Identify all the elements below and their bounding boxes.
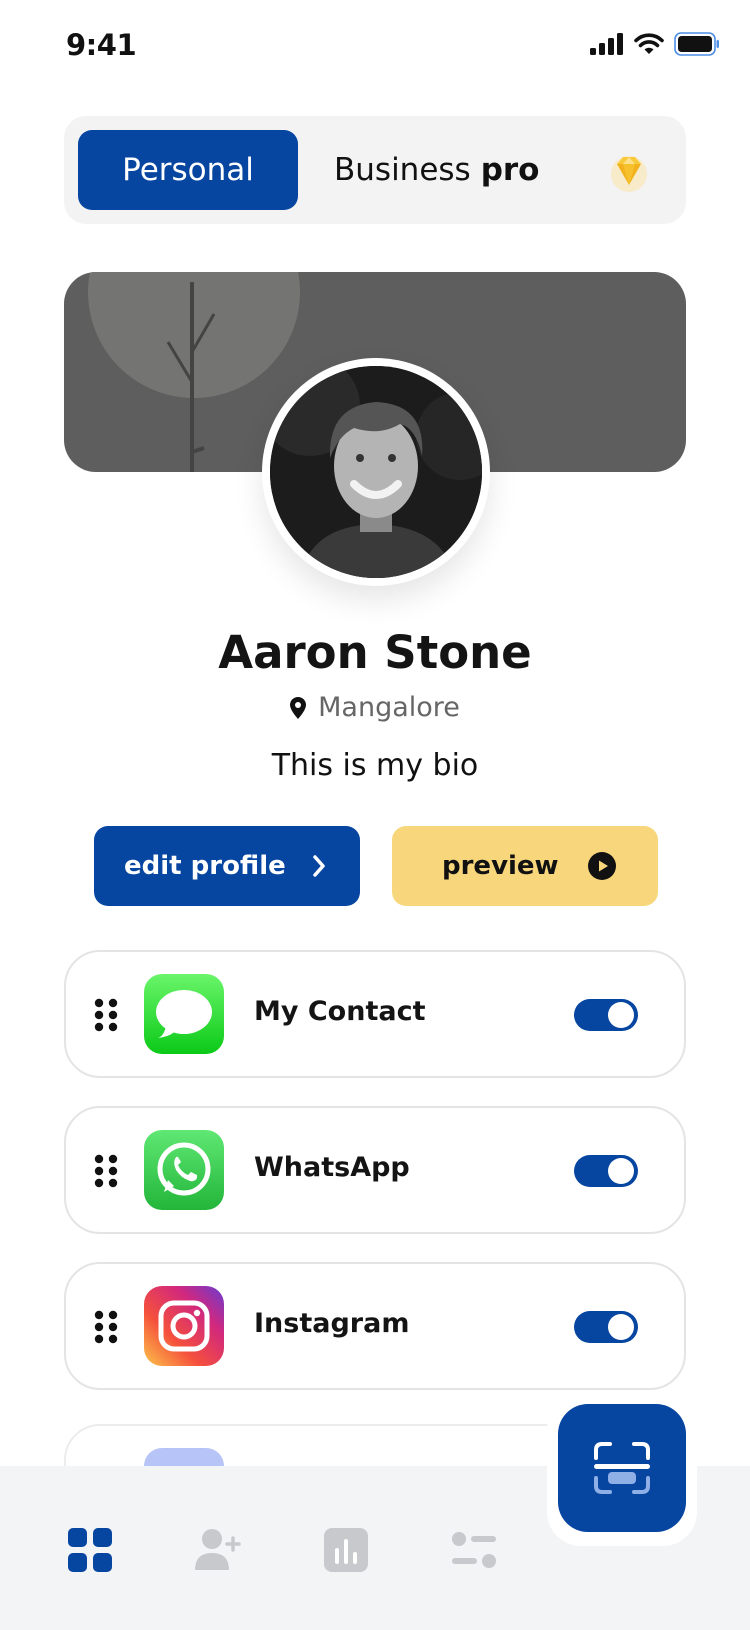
link-card-my-contact[interactable]: My Contact — [64, 950, 686, 1078]
link-toggle[interactable] — [574, 1311, 638, 1343]
toggle-knob — [608, 1002, 634, 1028]
preview-button[interactable]: preview — [392, 826, 658, 906]
drag-handle-icon[interactable] — [94, 998, 118, 1032]
link-toggle[interactable] — [574, 999, 638, 1031]
edit-profile-label: edit profile — [124, 851, 286, 881]
location-text: Mangalore — [318, 692, 460, 723]
status-bar: 9:41 — [0, 0, 750, 96]
edit-profile-button[interactable]: edit profile — [94, 826, 360, 906]
cellular-signal-icon — [590, 33, 623, 55]
link-toggle[interactable] — [574, 1155, 638, 1187]
whatsapp-icon — [144, 1130, 224, 1210]
profile-name: Aaron Stone — [218, 626, 532, 679]
tab-personal-label: Personal — [122, 152, 254, 188]
profile-bio: This is my bio — [271, 748, 479, 783]
drag-handle-icon[interactable] — [94, 1154, 118, 1188]
profile-location: Mangalore — [0, 692, 750, 723]
diamond-icon — [611, 156, 647, 192]
avatar-frame[interactable] — [262, 358, 490, 586]
scan-icon — [594, 1442, 650, 1494]
avatar — [270, 366, 482, 578]
tab-business-label: Business — [334, 152, 471, 188]
wifi-icon — [634, 33, 664, 54]
chevron-right-icon — [313, 855, 325, 877]
toggle-knob — [608, 1158, 634, 1184]
link-label: WhatsApp — [254, 1152, 410, 1183]
add-user-icon[interactable] — [193, 1526, 241, 1574]
tab-business-pro[interactable]: Business pro — [334, 130, 539, 210]
settings-sliders-icon[interactable] — [450, 1526, 498, 1574]
toggle-knob — [608, 1314, 634, 1340]
analytics-icon[interactable] — [322, 1526, 370, 1574]
dashboard-icon[interactable] — [66, 1526, 114, 1574]
battery-icon — [674, 32, 719, 56]
link-card-whatsapp[interactable]: WhatsApp — [64, 1106, 686, 1234]
pro-label: pro — [480, 152, 540, 188]
status-time: 9:41 — [66, 28, 137, 62]
preview-label: preview — [442, 851, 559, 881]
instagram-icon — [144, 1286, 224, 1366]
location-pin-icon — [290, 696, 307, 719]
drag-handle-icon[interactable] — [94, 1310, 118, 1344]
link-label: Instagram — [254, 1308, 410, 1339]
status-icons — [590, 32, 720, 56]
tab-personal[interactable]: Personal — [78, 130, 298, 210]
play-circle-icon — [588, 852, 616, 880]
messages-icon — [144, 974, 224, 1054]
link-label: My Contact — [254, 996, 426, 1027]
scan-button[interactable] — [558, 1404, 686, 1532]
mode-switch: Personal Business pro — [64, 116, 686, 224]
link-card-instagram[interactable]: Instagram — [64, 1262, 686, 1390]
